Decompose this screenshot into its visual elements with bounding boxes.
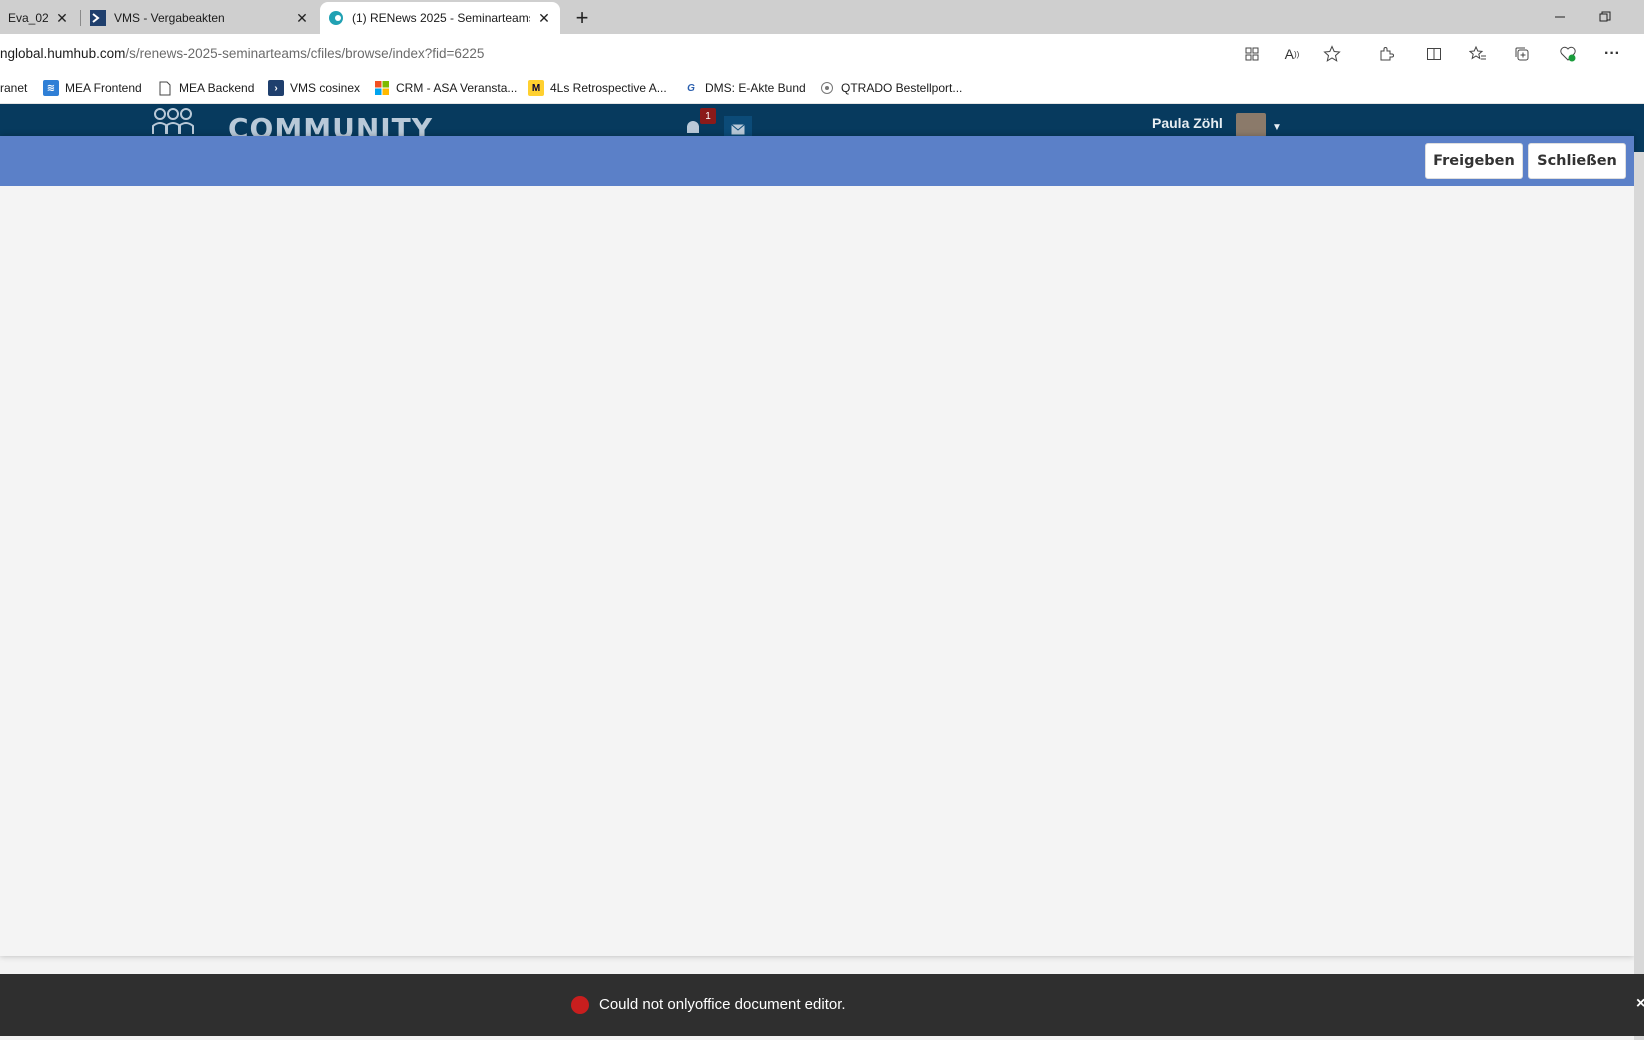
browser-tab-strip: Eva_02.12 ✕ VMS - Vergabeakten ✕ (1) REN… [0, 0, 1644, 34]
minimize-icon[interactable] [1540, 4, 1580, 30]
bookmark-label: MEA Frontend [65, 81, 142, 95]
tab-renews-seminarteams[interactable]: (1) RENews 2025 - Seminarteams ✕ [320, 2, 560, 34]
tab-separator [80, 10, 81, 26]
close-icon[interactable]: ✕ [54, 10, 70, 26]
favorites-icon[interactable] [1467, 43, 1489, 65]
bookmark-mea-frontend[interactable]: ≋ MEA Frontend [43, 79, 142, 97]
file-viewer-header: Freigeben Schließen [0, 136, 1634, 186]
document-editor-area[interactable] [0, 186, 1634, 956]
bookmark-label: 4Ls Retrospective A... [550, 81, 667, 95]
extensions-icon[interactable] [1375, 43, 1397, 65]
bookmark-dms-e-akte[interactable]: G DMS: E-Akte Bund [683, 79, 806, 97]
url-path: /s/renews-2025-seminarteams/cfiles/brows… [125, 45, 485, 61]
address-url[interactable]: nglobal.humhub.com/s/renews-2025-seminar… [0, 46, 484, 61]
bookmarks-bar: ranet ≋ MEA Frontend MEA Backend › VMS c… [0, 72, 1644, 104]
tab-title: (1) RENews 2025 - Seminarteams [352, 11, 530, 25]
page-icon [157, 80, 173, 96]
url-host: nglobal.humhub.com [0, 45, 126, 61]
miro-icon: M [528, 80, 544, 96]
close-icon[interactable]: ✕ [536, 10, 552, 26]
community-logo-icon[interactable] [148, 106, 198, 139]
mea-icon: ≋ [43, 80, 59, 96]
page-scrollbar[interactable] [1634, 152, 1644, 1040]
bookmark-label: VMS cosinex [290, 81, 361, 95]
tab-title: Eva_02.12 [8, 11, 48, 25]
close-button[interactable]: Schließen [1528, 143, 1626, 179]
close-icon[interactable]: × [1636, 995, 1644, 1013]
collections-icon[interactable] [1511, 43, 1533, 65]
address-bar[interactable]: nglobal.humhub.com/s/renews-2025-seminar… [0, 38, 1355, 68]
close-icon[interactable]: ✕ [294, 10, 310, 26]
notification-count-badge: 1 [700, 108, 716, 124]
tab-eva[interactable]: Eva_02.12 ✕ [0, 2, 78, 34]
error-notification-bar: Could not onlyoffice document editor. × [0, 974, 1644, 1036]
page-content: COMMUNITY 1 Paula Zöhl ▼ Freigeben Schli… [0, 104, 1644, 1040]
bookmark-mea-backend[interactable]: MEA Backend [157, 79, 254, 97]
tab-title: VMS - Vergabeakten [114, 11, 225, 25]
bookmark-label: ranet [0, 81, 28, 95]
new-tab-button[interactable]: + [568, 5, 596, 31]
file-viewer-modal: Freigeben Schließen [0, 136, 1634, 956]
read-aloud-icon[interactable]: A)) [1281, 43, 1303, 65]
split-screen-icon[interactable] [1423, 43, 1445, 65]
humhub-icon [328, 10, 344, 26]
app-available-icon[interactable] [1241, 43, 1263, 65]
bookmark-label: DMS: E-Akte Bund [705, 81, 806, 95]
vms-icon: › [268, 80, 284, 96]
bookmark-crm-asa[interactable]: CRM - ASA Veransta... [374, 79, 517, 97]
chevron-down-icon[interactable]: ▼ [1272, 122, 1282, 133]
error-message: Could not onlyoffice document editor. [599, 996, 846, 1013]
user-name[interactable]: Paula Zöhl [1152, 115, 1223, 131]
restore-icon[interactable] [1585, 4, 1625, 30]
microsoft-icon [374, 80, 390, 96]
bookmark-label: MEA Backend [179, 81, 255, 95]
browser-essentials-icon[interactable] [1557, 43, 1579, 65]
bookmark-4ls-retrospective[interactable]: M 4Ls Retrospective A... [528, 79, 667, 97]
vms-icon [90, 10, 106, 26]
bookmark-label: CRM - ASA Veransta... [396, 81, 518, 95]
avatar[interactable] [1236, 113, 1266, 137]
error-icon [571, 996, 589, 1014]
bookmark-vms-cosinex[interactable]: › VMS cosinex [268, 79, 360, 97]
favorite-star-icon[interactable] [1321, 43, 1343, 65]
tab-vms-vergabeakten[interactable]: VMS - Vergabeakten ✕ [82, 2, 318, 34]
share-button[interactable]: Freigeben [1425, 143, 1523, 179]
browser-toolbar: nglobal.humhub.com/s/renews-2025-seminar… [0, 34, 1644, 72]
bookmark-qtrado[interactable]: QTRADO Bestellport... [819, 79, 962, 97]
bookmark-label: QTRADO Bestellport... [841, 81, 963, 95]
g-icon: G [687, 82, 695, 94]
more-options-icon[interactable]: ··· [1601, 43, 1623, 65]
bookmark-intranet[interactable]: ranet [0, 79, 27, 97]
qtrado-icon [819, 80, 835, 96]
